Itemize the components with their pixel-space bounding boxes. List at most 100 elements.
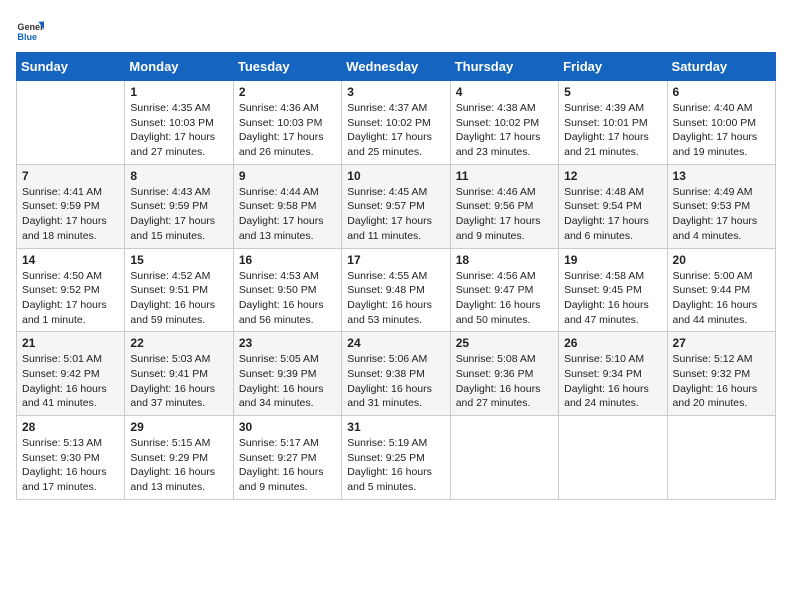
cell-content: Sunrise: 5:08 AM Sunset: 9:36 PM Dayligh…	[456, 352, 553, 411]
cell-content: Sunrise: 4:56 AM Sunset: 9:47 PM Dayligh…	[456, 269, 553, 328]
day-number: 29	[130, 420, 227, 434]
day-number: 19	[564, 253, 661, 267]
calendar-cell: 12 Sunrise: 4:48 AM Sunset: 9:54 PM Dayli…	[559, 164, 667, 248]
calendar-cell: 23 Sunrise: 5:05 AM Sunset: 9:39 PM Dayli…	[233, 332, 341, 416]
logo-icon: General Blue	[16, 16, 44, 44]
day-number: 9	[239, 169, 336, 183]
cell-content: Sunrise: 5:06 AM Sunset: 9:38 PM Dayligh…	[347, 352, 444, 411]
calendar-cell: 31 Sunrise: 5:19 AM Sunset: 9:25 PM Dayli…	[342, 416, 450, 500]
calendar-body: 1 Sunrise: 4:35 AM Sunset: 10:03 PM Dayli…	[17, 81, 776, 500]
calendar-cell: 11Sunrise: 4:46 AM Sunset: 9:56 PM Dayli…	[450, 164, 558, 248]
weekday-header-friday: Friday	[559, 53, 667, 81]
calendar-cell: 19 Sunrise: 4:58 AM Sunset: 9:45 PM Dayli…	[559, 248, 667, 332]
day-number: 18	[456, 253, 553, 267]
cell-content: Sunrise: 5:01 AM Sunset: 9:42 PM Dayligh…	[22, 352, 119, 411]
cell-content: Sunrise: 4:35 AM Sunset: 10:03 PM Daylig…	[130, 101, 227, 160]
cell-content: Sunrise: 4:43 AM Sunset: 9:59 PM Dayligh…	[130, 185, 227, 244]
logo: General Blue	[16, 16, 44, 44]
cell-content: Sunrise: 5:15 AM Sunset: 9:29 PM Dayligh…	[130, 436, 227, 495]
day-number: 23	[239, 336, 336, 350]
day-number: 11	[456, 169, 553, 183]
calendar-cell: 25 Sunrise: 5:08 AM Sunset: 9:36 PM Dayli…	[450, 332, 558, 416]
cell-content: Sunrise: 4:39 AM Sunset: 10:01 PM Daylig…	[564, 101, 661, 160]
weekday-header-saturday: Saturday	[667, 53, 775, 81]
calendar-cell: 7 Sunrise: 4:41 AM Sunset: 9:59 PM Daylig…	[17, 164, 125, 248]
calendar-cell: 18 Sunrise: 4:56 AM Sunset: 9:47 PM Dayli…	[450, 248, 558, 332]
day-number: 25	[456, 336, 553, 350]
cell-content: Sunrise: 4:41 AM Sunset: 9:59 PM Dayligh…	[22, 185, 119, 244]
day-number: 6	[673, 85, 770, 99]
day-number: 12	[564, 169, 661, 183]
calendar-cell	[17, 81, 125, 165]
calendar-cell: 6Sunrise: 4:40 AM Sunset: 10:00 PM Dayli…	[667, 81, 775, 165]
calendar-week-2: 7 Sunrise: 4:41 AM Sunset: 9:59 PM Daylig…	[17, 164, 776, 248]
calendar-table: SundayMondayTuesdayWednesdayThursdayFrid…	[16, 52, 776, 500]
calendar-cell: 8 Sunrise: 4:43 AM Sunset: 9:59 PM Daylig…	[125, 164, 233, 248]
calendar-cell	[559, 416, 667, 500]
day-number: 30	[239, 420, 336, 434]
calendar-cell: 9Sunrise: 4:44 AM Sunset: 9:58 PM Daylig…	[233, 164, 341, 248]
calendar-cell	[450, 416, 558, 500]
cell-content: Sunrise: 5:19 AM Sunset: 9:25 PM Dayligh…	[347, 436, 444, 495]
day-number: 21	[22, 336, 119, 350]
calendar-cell: 14 Sunrise: 4:50 AM Sunset: 9:52 PM Dayli…	[17, 248, 125, 332]
cell-content: Sunrise: 4:37 AM Sunset: 10:02 PM Daylig…	[347, 101, 444, 160]
calendar-cell	[667, 416, 775, 500]
calendar-cell: 10Sunrise: 4:45 AM Sunset: 9:57 PM Dayli…	[342, 164, 450, 248]
cell-content: Sunrise: 4:52 AM Sunset: 9:51 PM Dayligh…	[130, 269, 227, 328]
calendar-week-4: 21 Sunrise: 5:01 AM Sunset: 9:42 PM Dayli…	[17, 332, 776, 416]
day-number: 14	[22, 253, 119, 267]
calendar-cell: 15Sunrise: 4:52 AM Sunset: 9:51 PM Dayli…	[125, 248, 233, 332]
day-number: 31	[347, 420, 444, 434]
cell-content: Sunrise: 5:12 AM Sunset: 9:32 PM Dayligh…	[673, 352, 770, 411]
day-number: 17	[347, 253, 444, 267]
calendar-cell: 2 Sunrise: 4:36 AM Sunset: 10:03 PM Dayli…	[233, 81, 341, 165]
weekday-header-tuesday: Tuesday	[233, 53, 341, 81]
day-number: 24	[347, 336, 444, 350]
cell-content: Sunrise: 5:00 AM Sunset: 9:44 PM Dayligh…	[673, 269, 770, 328]
cell-content: Sunrise: 4:55 AM Sunset: 9:48 PM Dayligh…	[347, 269, 444, 328]
calendar-cell: 21 Sunrise: 5:01 AM Sunset: 9:42 PM Dayli…	[17, 332, 125, 416]
calendar-cell: 27 Sunrise: 5:12 AM Sunset: 9:32 PM Dayli…	[667, 332, 775, 416]
day-number: 1	[130, 85, 227, 99]
cell-content: Sunrise: 4:38 AM Sunset: 10:02 PM Daylig…	[456, 101, 553, 160]
calendar-week-3: 14 Sunrise: 4:50 AM Sunset: 9:52 PM Dayli…	[17, 248, 776, 332]
day-number: 26	[564, 336, 661, 350]
day-number: 3	[347, 85, 444, 99]
cell-content: Sunrise: 4:50 AM Sunset: 9:52 PM Dayligh…	[22, 269, 119, 328]
day-number: 8	[130, 169, 227, 183]
weekday-header-thursday: Thursday	[450, 53, 558, 81]
cell-content: Sunrise: 4:48 AM Sunset: 9:54 PM Dayligh…	[564, 185, 661, 244]
calendar-cell: 20 Sunrise: 5:00 AM Sunset: 9:44 PM Dayli…	[667, 248, 775, 332]
calendar-cell: 3 Sunrise: 4:37 AM Sunset: 10:02 PM Dayli…	[342, 81, 450, 165]
calendar-cell: 1 Sunrise: 4:35 AM Sunset: 10:03 PM Dayli…	[125, 81, 233, 165]
calendar-week-1: 1 Sunrise: 4:35 AM Sunset: 10:03 PM Dayli…	[17, 81, 776, 165]
day-number: 20	[673, 253, 770, 267]
weekday-header-wednesday: Wednesday	[342, 53, 450, 81]
cell-content: Sunrise: 4:49 AM Sunset: 9:53 PM Dayligh…	[673, 185, 770, 244]
calendar-cell: 13Sunrise: 4:49 AM Sunset: 9:53 PM Dayli…	[667, 164, 775, 248]
cell-content: Sunrise: 4:58 AM Sunset: 9:45 PM Dayligh…	[564, 269, 661, 328]
calendar-week-5: 28 Sunrise: 5:13 AM Sunset: 9:30 PM Dayli…	[17, 416, 776, 500]
day-number: 27	[673, 336, 770, 350]
weekday-header-monday: Monday	[125, 53, 233, 81]
header: General Blue	[16, 16, 776, 44]
svg-text:Blue: Blue	[17, 32, 37, 42]
cell-content: Sunrise: 4:53 AM Sunset: 9:50 PM Dayligh…	[239, 269, 336, 328]
cell-content: Sunrise: 5:13 AM Sunset: 9:30 PM Dayligh…	[22, 436, 119, 495]
calendar-cell: 4Sunrise: 4:38 AM Sunset: 10:02 PM Dayli…	[450, 81, 558, 165]
day-number: 7	[22, 169, 119, 183]
cell-content: Sunrise: 5:05 AM Sunset: 9:39 PM Dayligh…	[239, 352, 336, 411]
calendar-cell: 5Sunrise: 4:39 AM Sunset: 10:01 PM Dayli…	[559, 81, 667, 165]
cell-content: Sunrise: 4:36 AM Sunset: 10:03 PM Daylig…	[239, 101, 336, 160]
calendar-cell: 30 Sunrise: 5:17 AM Sunset: 9:27 PM Dayli…	[233, 416, 341, 500]
day-number: 2	[239, 85, 336, 99]
cell-content: Sunrise: 4:45 AM Sunset: 9:57 PM Dayligh…	[347, 185, 444, 244]
calendar-cell: 16Sunrise: 4:53 AM Sunset: 9:50 PM Dayli…	[233, 248, 341, 332]
calendar-header: SundayMondayTuesdayWednesdayThursdayFrid…	[17, 53, 776, 81]
calendar-cell: 22Sunrise: 5:03 AM Sunset: 9:41 PM Dayli…	[125, 332, 233, 416]
cell-content: Sunrise: 5:17 AM Sunset: 9:27 PM Dayligh…	[239, 436, 336, 495]
calendar-cell: 17 Sunrise: 4:55 AM Sunset: 9:48 PM Dayli…	[342, 248, 450, 332]
weekday-header-sunday: Sunday	[17, 53, 125, 81]
day-number: 28	[22, 420, 119, 434]
